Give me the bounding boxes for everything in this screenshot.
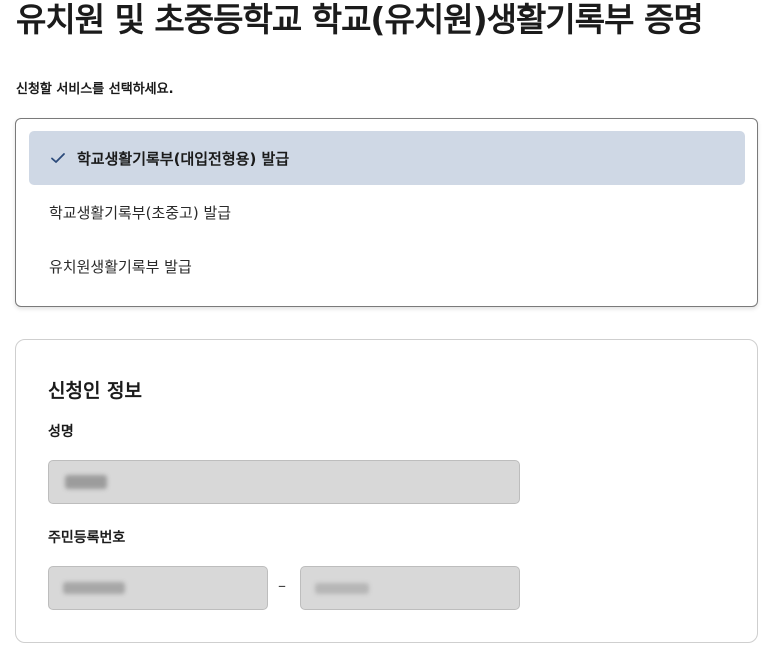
page-title: 유치원 및 초중등학교 학교(유치원)생활기록부 증명 bbox=[16, 0, 704, 39]
rrn-label: 주민등록번호 bbox=[48, 530, 126, 546]
redacted-name bbox=[65, 475, 107, 489]
rrn-front-field[interactable] bbox=[48, 566, 268, 610]
applicant-section-title: 신청인 정보 bbox=[48, 380, 143, 402]
rrn-separator: – bbox=[278, 576, 286, 595]
service-instruction: 신청할 서비스를 선택하세요. bbox=[16, 82, 174, 97]
service-option-admission-record[interactable]: 학교생활기록부(대입전형용) 발급 bbox=[29, 131, 745, 185]
service-option-label: 학교생활기록부(초중고) 발급 bbox=[49, 203, 232, 222]
service-option-school-record[interactable]: 학교생활기록부(초중고) 발급 bbox=[29, 185, 745, 239]
service-option-label: 학교생활기록부(대입전형용) 발급 bbox=[77, 149, 290, 168]
name-field[interactable] bbox=[48, 460, 520, 504]
redacted-rrn-front bbox=[63, 582, 125, 594]
name-label: 성명 bbox=[48, 424, 74, 440]
service-select-list: 학교생활기록부(대입전형용) 발급 학교생활기록부(초중고) 발급 유치원생활기… bbox=[15, 118, 758, 307]
service-option-label: 유치원생활기록부 발급 bbox=[49, 257, 192, 276]
service-option-kindergarten-record[interactable]: 유치원생활기록부 발급 bbox=[29, 239, 745, 293]
redacted-rrn-back bbox=[315, 582, 369, 594]
page: 유치원 및 초중등학교 학교(유치원)생활기록부 증명 신청할 서비스를 선택하… bbox=[0, 0, 768, 654]
rrn-back-field[interactable] bbox=[300, 566, 520, 610]
applicant-info-card: 신청인 정보 성명 주민등록번호 – bbox=[15, 339, 758, 643]
check-icon bbox=[49, 149, 67, 167]
